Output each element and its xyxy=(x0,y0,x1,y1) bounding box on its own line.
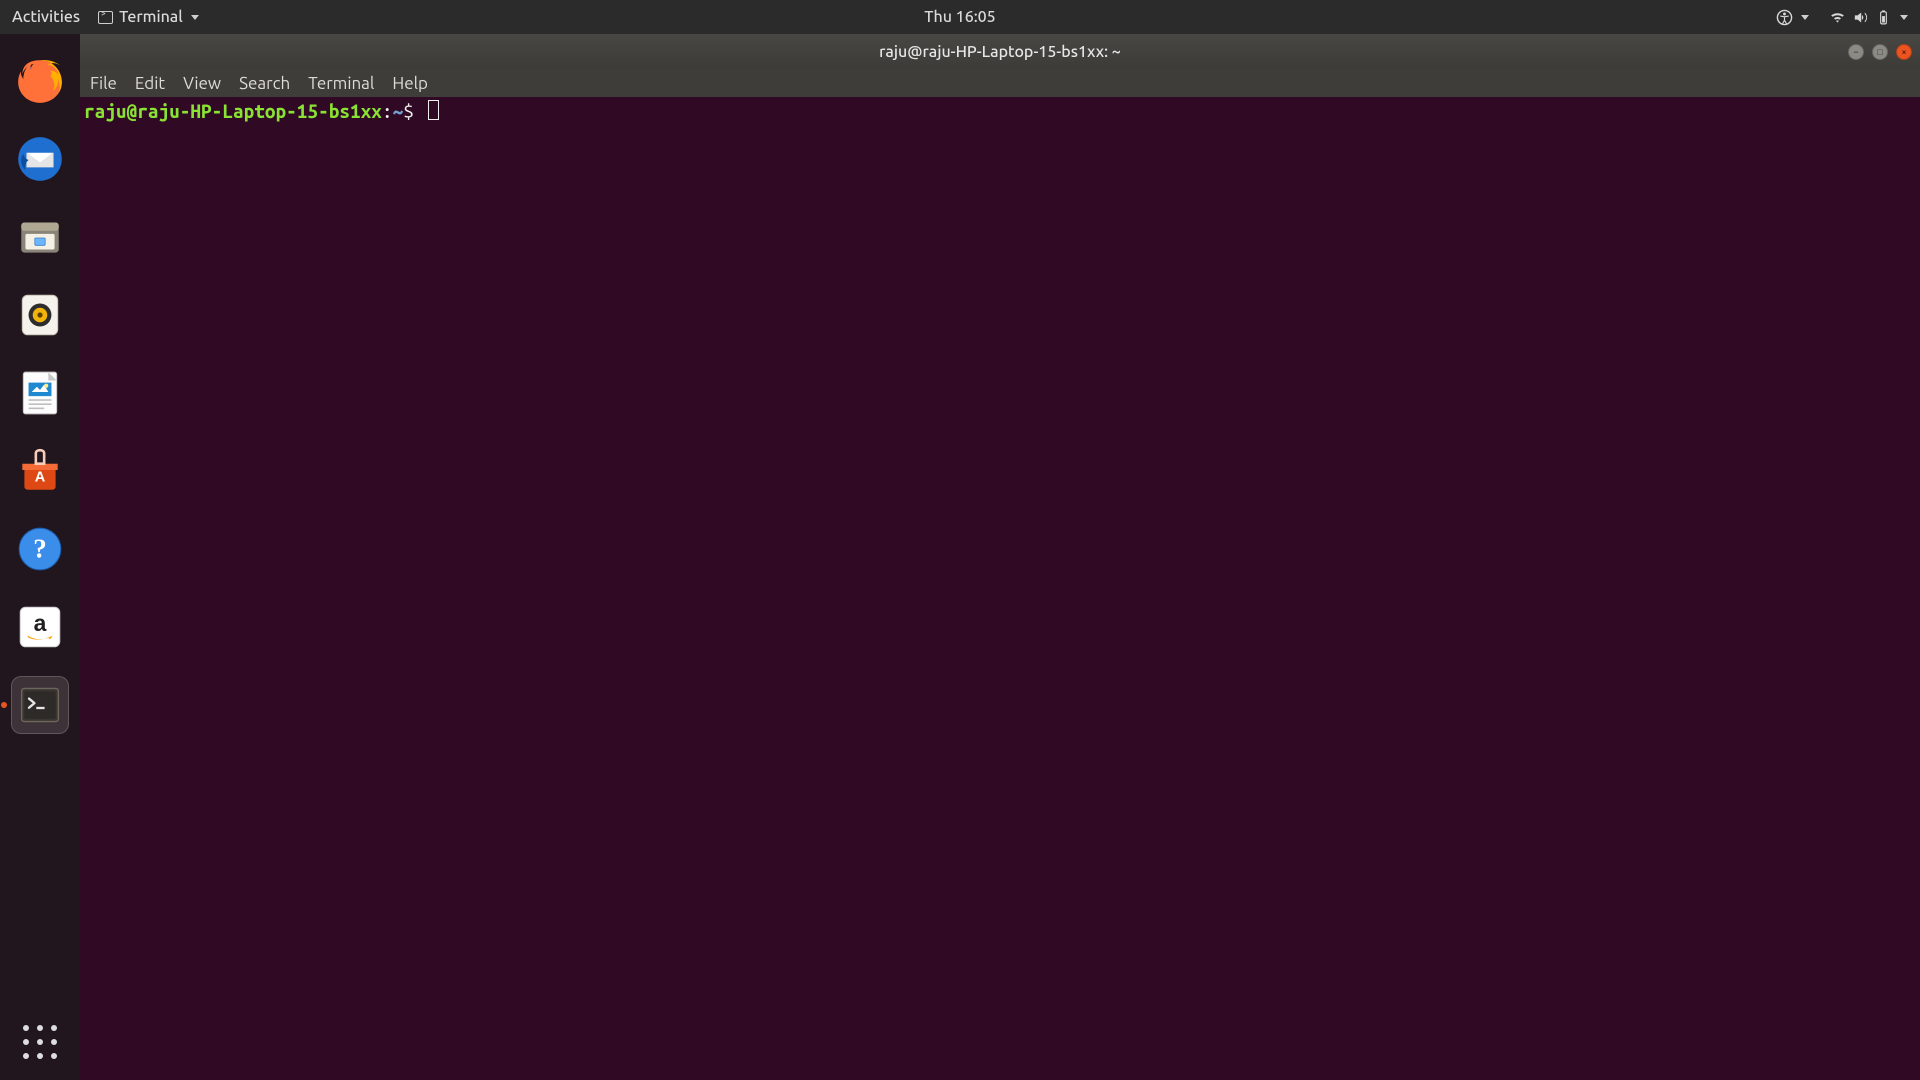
window-controls: – □ × xyxy=(1848,44,1912,60)
dock-thunderbird[interactable] xyxy=(11,130,69,188)
maximize-button[interactable]: □ xyxy=(1872,44,1888,60)
clock-label: Thu 16:05 xyxy=(924,8,995,26)
dock-help[interactable]: ? xyxy=(11,520,69,578)
menu-edit[interactable]: Edit xyxy=(135,74,165,93)
dock-firefox[interactable] xyxy=(11,52,69,110)
volume-icon xyxy=(1852,9,1869,26)
terminal-window: raju@raju-HP-Laptop-15-bs1xx: ~ – □ × Fi… xyxy=(80,34,1920,1080)
chevron-down-icon xyxy=(1801,15,1809,20)
terminal-icon xyxy=(17,682,63,728)
clock[interactable]: Thu 16:05 xyxy=(924,8,995,26)
accessibility-menu[interactable] xyxy=(1776,9,1809,26)
ubuntu-dock: A ? a xyxy=(0,34,80,1080)
app-menu-label: Terminal xyxy=(119,8,183,26)
terminal-menubar: File Edit View Search Terminal Help xyxy=(80,69,1920,97)
dock-libreoffice-writer[interactable] xyxy=(11,364,69,422)
terminal-small-icon xyxy=(98,11,113,24)
menu-file[interactable]: File xyxy=(90,74,117,93)
wifi-icon xyxy=(1829,9,1846,26)
chevron-down-icon xyxy=(191,15,199,20)
svg-text:?: ? xyxy=(33,533,47,563)
topbar-left-group: Activities Terminal xyxy=(12,8,199,26)
dock-terminal[interactable] xyxy=(11,676,69,734)
activities-button[interactable]: Activities xyxy=(12,8,80,26)
dock-rhythmbox[interactable] xyxy=(11,286,69,344)
terminal-content-area[interactable]: raju@raju-HP-Laptop-15-bs1xx:~$ xyxy=(80,97,1920,1080)
minimize-button[interactable]: – xyxy=(1848,44,1864,60)
chevron-down-icon xyxy=(1900,15,1908,20)
svg-text:a: a xyxy=(34,610,47,636)
dock-amazon[interactable]: a xyxy=(11,598,69,656)
help-icon: ? xyxy=(14,523,66,575)
topbar-right-group xyxy=(1776,9,1908,26)
window-titlebar[interactable]: raju@raju-HP-Laptop-15-bs1xx: ~ – □ × xyxy=(80,34,1920,69)
software-icon: A xyxy=(14,445,66,497)
prompt-symbol: $ xyxy=(403,100,414,122)
window-title: raju@raju-HP-Laptop-15-bs1xx: ~ xyxy=(879,43,1121,61)
text-cursor xyxy=(428,100,439,120)
rhythmbox-icon xyxy=(14,289,66,341)
libreoffice-writer-icon xyxy=(14,367,66,419)
files-icon xyxy=(14,211,66,263)
system-status-area[interactable] xyxy=(1829,9,1908,26)
activities-label: Activities xyxy=(12,8,80,26)
prompt-colon: : xyxy=(382,100,393,122)
prompt-path: ~ xyxy=(393,100,404,122)
battery-icon xyxy=(1875,9,1892,26)
prompt-user-host: raju@raju-HP-Laptop-15-bs1xx xyxy=(84,100,382,122)
menu-help[interactable]: Help xyxy=(392,74,428,93)
show-applications-button[interactable] xyxy=(22,1024,58,1060)
app-menu[interactable]: Terminal xyxy=(98,8,199,26)
close-button[interactable]: × xyxy=(1896,44,1912,60)
accessibility-icon xyxy=(1776,9,1793,26)
menu-terminal[interactable]: Terminal xyxy=(308,74,374,93)
menu-view[interactable]: View xyxy=(183,74,221,93)
amazon-icon: a xyxy=(14,601,66,653)
gnome-top-bar: Activities Terminal Thu 16:05 xyxy=(0,0,1920,34)
thunderbird-icon xyxy=(14,133,66,185)
firefox-icon xyxy=(14,55,66,107)
svg-text:A: A xyxy=(35,469,46,485)
menu-search[interactable]: Search xyxy=(239,74,290,93)
dock-ubuntu-software[interactable]: A xyxy=(11,442,69,500)
dock-files[interactable] xyxy=(11,208,69,266)
